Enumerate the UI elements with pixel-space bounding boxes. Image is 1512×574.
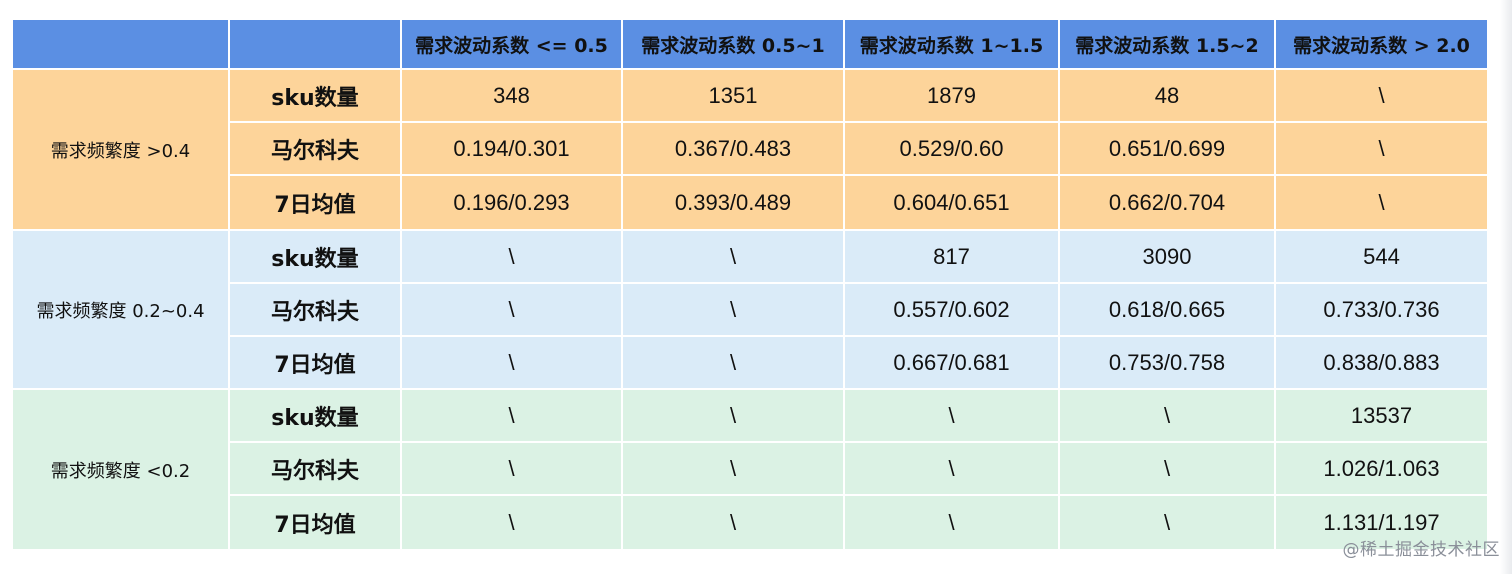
table-row: 需求频繁度 0.2~0.4 sku数量 \ \ 817 3090 544 — [11, 229, 1489, 390]
table-cell: \ — [843, 388, 1060, 443]
metric-label: sku数量 — [228, 229, 402, 284]
table-cell: 0.667/0.681 — [843, 335, 1060, 390]
header-row: 需求波动系数 <= 0.5 需求波动系数 0.5~1 需求波动系数 1~1.5 … — [11, 18, 1489, 70]
comparison-table: 需求波动系数 <= 0.5 需求波动系数 0.5~1 需求波动系数 1~1.5 … — [11, 18, 1489, 551]
table-cell: \ — [621, 388, 845, 443]
header-corner-cell — [11, 18, 230, 70]
table-row: 马尔科夫 0.194/0.301 0.367/0.483 0.529/0.60 … — [12, 121, 1489, 176]
table-cell: \ — [1058, 494, 1276, 551]
header-col-1: 需求波动系数 <= 0.5 — [400, 18, 623, 70]
header-col-2: 需求波动系数 0.5~1 — [621, 18, 845, 70]
table-cell: 348 — [400, 68, 623, 123]
table-cell: \ — [400, 229, 623, 284]
table-row: 需求频繁度 >0.4 sku数量 348 1351 1879 48 \ — [11, 68, 1489, 231]
table-cell: \ — [1058, 388, 1276, 443]
table-cell: 0.838/0.883 — [1274, 335, 1489, 390]
table-row: 7日均值 0.196/0.293 0.393/0.489 0.604/0.651… — [12, 174, 1489, 231]
group-label: 需求频繁度 <0.2 — [11, 388, 230, 551]
table-cell: \ — [621, 335, 845, 390]
table-row: 7日均值 \ \ 0.667/0.681 0.753/0.758 0.838/0… — [12, 335, 1489, 390]
table-cell: 1879 — [843, 68, 1060, 123]
metric-label: 马尔科夫 — [228, 441, 402, 496]
metric-label: 7日均值 — [228, 174, 402, 231]
table-cell: 0.529/0.60 — [843, 121, 1060, 176]
table-cell: 0.557/0.602 — [843, 282, 1060, 337]
table-cell: 0.367/0.483 — [621, 121, 845, 176]
table-cell: 1.026/1.063 — [1274, 441, 1489, 496]
table-cell: \ — [400, 441, 623, 496]
table-cell: 1351 — [621, 68, 845, 123]
metric-label: 7日均值 — [228, 335, 402, 390]
metric-label: sku数量 — [228, 388, 402, 443]
header-col-5: 需求波动系数 > 2.0 — [1274, 18, 1489, 70]
table-cell: \ — [400, 388, 623, 443]
table-cell: \ — [1274, 68, 1489, 123]
metric-label: 马尔科夫 — [228, 282, 402, 337]
table-cell: \ — [1274, 174, 1489, 231]
header-col-4: 需求波动系数 1.5~2 — [1058, 18, 1276, 70]
table-cell: 0.662/0.704 — [1058, 174, 1276, 231]
table-cell: \ — [621, 494, 845, 551]
table-cell: 3090 — [1058, 229, 1276, 284]
group-label: 需求频繁度 >0.4 — [11, 68, 230, 231]
table-cell: \ — [400, 494, 623, 551]
header-col-3: 需求波动系数 1~1.5 — [843, 18, 1060, 70]
metric-label: 马尔科夫 — [228, 121, 402, 176]
table-cell: 48 — [1058, 68, 1276, 123]
table-row: 马尔科夫 \ \ \ \ 1.026/1.063 — [12, 441, 1489, 496]
table-cell: \ — [1274, 121, 1489, 176]
table-cell: 0.393/0.489 — [621, 174, 845, 231]
table-row: 需求频繁度 <0.2 sku数量 \ \ \ \ 13537 — [11, 388, 1489, 551]
header-metric-cell — [228, 18, 402, 70]
table-cell: \ — [400, 282, 623, 337]
table-cell: 13537 — [1274, 388, 1489, 443]
table-cell: 0.651/0.699 — [1058, 121, 1276, 176]
metric-label: sku数量 — [228, 68, 402, 123]
table-cell: \ — [843, 441, 1060, 496]
table-cell: 544 — [1274, 229, 1489, 284]
table-cell: 0.618/0.665 — [1058, 282, 1276, 337]
metric-label: 7日均值 — [228, 494, 402, 551]
table-cell: \ — [621, 441, 845, 496]
table-cell: 817 — [843, 229, 1060, 284]
table-cell: 0.604/0.651 — [843, 174, 1060, 231]
watermark-text: @稀土掘金技术社区 — [1342, 540, 1500, 560]
group-label: 需求频繁度 0.2~0.4 — [11, 229, 230, 390]
table-cell: \ — [621, 282, 845, 337]
table-cell: \ — [621, 229, 845, 284]
table-cell: 0.196/0.293 — [400, 174, 623, 231]
table-row: 马尔科夫 \ \ 0.557/0.602 0.618/0.665 0.733/0… — [12, 282, 1489, 337]
right-edge-shadow — [1500, 0, 1512, 574]
table-cell: \ — [1058, 441, 1276, 496]
table-cell: \ — [400, 335, 623, 390]
table-row: 7日均值 \ \ \ \ 1.131/1.197 — [12, 494, 1489, 551]
page-frame: 需求波动系数 <= 0.5 需求波动系数 0.5~1 需求波动系数 1~1.5 … — [0, 0, 1512, 574]
table-cell: 0.753/0.758 — [1058, 335, 1276, 390]
table-cell: \ — [843, 494, 1060, 551]
table-cell: 0.733/0.736 — [1274, 282, 1489, 337]
table-cell: 0.194/0.301 — [400, 121, 623, 176]
